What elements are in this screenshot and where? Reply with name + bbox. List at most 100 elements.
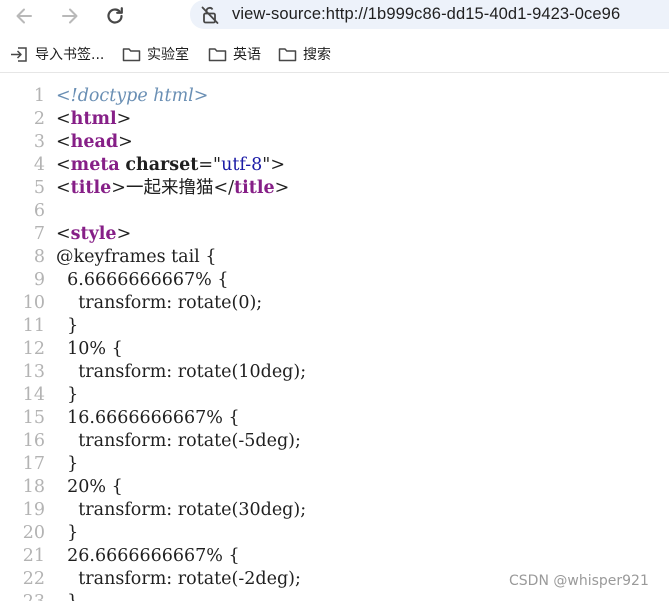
source-line: 13 transform: rotate(10deg); [0, 361, 669, 384]
source-line: 6 [0, 200, 669, 223]
code-token: style [70, 224, 117, 244]
code-token: head [70, 132, 119, 152]
source-line: 2 <html> [0, 108, 669, 131]
line-code: transform: rotate(-2deg); [56, 568, 301, 591]
line-code: } [56, 522, 78, 545]
arrow-left-icon [16, 8, 32, 24]
line-code: 6.6666666667% { [56, 269, 229, 292]
line-code: transform: rotate(-5deg); [56, 430, 301, 453]
source-line: 19 transform: rotate(30deg); [0, 499, 669, 522]
line-code: <title>一起来撸猫</title> [56, 177, 289, 200]
code-token: title [234, 178, 275, 198]
line-number: 9 [33, 270, 45, 290]
code-token: } [56, 316, 79, 336]
code-token: < [56, 224, 71, 244]
source-line: 20 } [0, 522, 669, 545]
code-token: 6.6666666667% { [56, 270, 229, 290]
url-text[interactable]: view-source:http://1b999c86-dd15-40d1-94… [232, 5, 620, 24]
bookmark-folder-lab[interactable]: 实验室 [122, 44, 189, 64]
source-line: 12 10% { [0, 338, 669, 361]
line-number: 22 [22, 569, 45, 589]
code-token: utf-8 [221, 155, 263, 175]
code-token: meta [70, 155, 120, 175]
folder-icon [278, 47, 297, 61]
code-token: >一起来撸猫</ [111, 178, 235, 198]
line-number: 17 [22, 454, 45, 474]
source-line: 1 <!doctype html> [0, 85, 669, 108]
line-code: 10% { [56, 338, 123, 361]
code-token: } [56, 454, 79, 474]
code-token: } [56, 385, 79, 405]
line-code: transform: rotate(30deg); [56, 499, 306, 522]
source-line: 11 } [0, 315, 669, 338]
line-code: @keyframes tail { [56, 246, 216, 269]
line-number: 8 [33, 247, 45, 267]
line-code: } [56, 591, 78, 601]
line-code: } [56, 453, 78, 476]
bookmark-label: 英语 [233, 47, 261, 63]
line-code: <head> [56, 131, 133, 154]
bookmark-import[interactable]: 导入书签... [10, 44, 104, 64]
code-token: < [56, 178, 71, 198]
code-token: transform: rotate(-5deg); [56, 431, 301, 451]
bookmark-folder-english[interactable]: 英语 [208, 44, 261, 64]
forward-button[interactable] [56, 2, 84, 30]
line-number: 7 [33, 224, 45, 244]
code-token: 16.6666666667% { [56, 408, 240, 428]
source-line: 17 } [0, 453, 669, 476]
code-token: } [56, 523, 79, 543]
back-button[interactable] [10, 2, 38, 30]
bookmark-label: 导入书签... [35, 47, 105, 63]
code-token: > [274, 178, 290, 198]
line-code: } [56, 384, 78, 407]
line-number: 5 [33, 178, 45, 198]
code-token: =" [198, 155, 222, 175]
line-number: 20 [22, 523, 45, 543]
code-token: transform: rotate(30deg); [56, 500, 307, 520]
code-token: transform: rotate(10deg); [56, 362, 307, 382]
line-code: transform: rotate(10deg); [56, 361, 306, 384]
line-number: 23 [5, 591, 45, 601]
source-line: 23 } [0, 591, 669, 601]
line-code: } [56, 315, 78, 338]
source-line: 3 <head> [0, 131, 669, 154]
source-line: 14 } [0, 384, 669, 407]
code-token: 10% { [56, 339, 123, 359]
code-token: < [56, 109, 71, 129]
code-token: 20% { [56, 477, 123, 497]
line-number: 21 [22, 546, 45, 566]
line-number: 4 [33, 155, 45, 175]
code-token: transform: rotate(-2deg); [56, 569, 301, 589]
source-line: 18 20% { [0, 476, 669, 499]
not-secure-lock-icon[interactable] [200, 5, 220, 25]
code-token: 26.6666666667% { [56, 546, 240, 566]
address-bar[interactable]: view-source:http://1b999c86-dd15-40d1-94… [190, 0, 669, 29]
bookmark-label: 实验室 [147, 47, 189, 63]
source-line: 9 6.6666666667% { [0, 269, 669, 292]
code-token: > [116, 224, 132, 244]
folder-icon [122, 47, 141, 61]
reload-button[interactable] [101, 2, 129, 30]
import-icon [11, 46, 27, 62]
line-code: 20% { [56, 476, 123, 499]
folder-icon [208, 47, 227, 61]
line-number: 15 [22, 408, 45, 428]
line-number: 10 [22, 293, 45, 313]
source-line: 8 @keyframes tail { [0, 246, 669, 269]
line-code: <html> [56, 108, 131, 131]
line-number: 14 [22, 385, 45, 405]
source-line: 7 <style> [0, 223, 669, 246]
source-line: 15 16.6666666667% { [0, 407, 669, 430]
line-code: 26.6666666667% { [56, 545, 240, 568]
bookmarks-bar: 导入书签... 实验室 英语 搜索 [0, 32, 669, 73]
line-code: <!doctype html> [56, 85, 208, 108]
line-code: <meta charset="utf-8"> [56, 154, 285, 177]
bookmark-folder-search[interactable]: 搜索 [278, 44, 331, 64]
code-token: title [70, 178, 112, 198]
line-number: 16 [22, 431, 45, 451]
code-token: > [118, 132, 133, 152]
reload-icon [107, 7, 123, 24]
line-number: 1 [33, 86, 45, 106]
code-token: charset [125, 155, 199, 175]
source-line: 5 <title>一起来撸猫</title> [0, 177, 669, 200]
